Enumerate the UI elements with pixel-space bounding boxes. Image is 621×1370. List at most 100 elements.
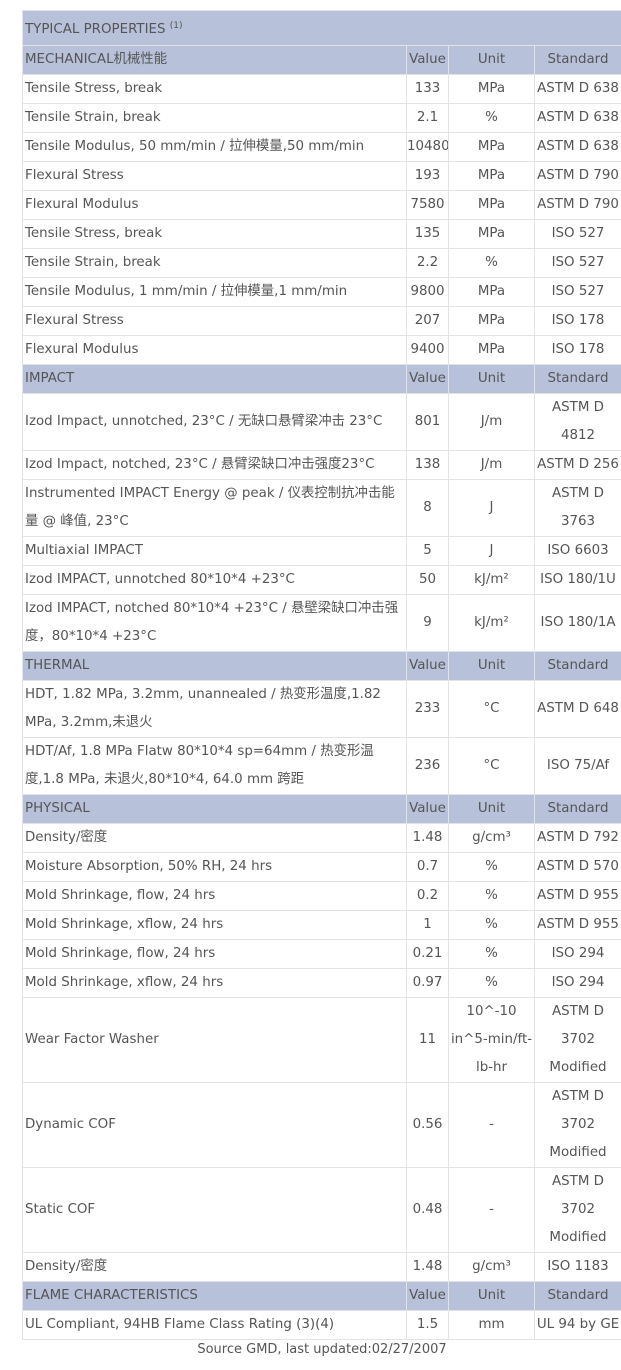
value-cell: 0.97 — [406, 968, 449, 998]
standard-cell: ISO 1183 — [534, 1252, 621, 1282]
unit-cell: MPa — [448, 190, 535, 220]
standard-cell: ISO 527 — [534, 219, 621, 249]
table-row: HDT, 1.82 MPa, 3.2mm, unannealed / 热变形温度… — [22, 680, 621, 738]
standard-cell: ASTM D 570 — [534, 852, 621, 882]
table-row: Izod Impact, unnotched, 23°C / 无缺口悬臂梁冲击 … — [22, 393, 621, 451]
unit-cell: % — [448, 910, 535, 940]
unit-cell: J/m — [448, 393, 535, 451]
standard-column-header: Standard — [534, 364, 621, 394]
unit-cell: % — [448, 939, 535, 969]
property-cell: HDT, 1.82 MPa, 3.2mm, unannealed / 热变形温度… — [22, 680, 407, 738]
standard-cell: ISO 180/1U — [534, 565, 621, 595]
table-row: Density/密度 1.48 g/cm³ ISO 1183 — [22, 1252, 621, 1282]
standard-cell: ISO 75/Af — [534, 737, 621, 795]
unit-column-header: Unit — [448, 1281, 535, 1311]
source-footer: Source GMD, last updated:02/27/2007 — [197, 1342, 447, 1357]
standard-cell: ASTM D 955 — [534, 881, 621, 911]
property-cell: Tensile Modulus, 1 mm/min / 拉伸模量,1 mm/mi… — [22, 277, 407, 307]
standard-cell: ASTM D 3702 Modified — [534, 997, 621, 1083]
unit-cell: MPa — [448, 306, 535, 336]
standard-cell: ISO 178 — [534, 306, 621, 336]
value-cell: 135 — [406, 219, 449, 249]
unit-cell: °C — [448, 737, 535, 795]
table-row: Izod Impact, notched, 23°C / 悬臂梁缺口冲击强度23… — [22, 450, 621, 480]
standard-column-header: Standard — [534, 794, 621, 824]
standard-cell: ASTM D 638 — [534, 103, 621, 133]
standard-cell: ISO 527 — [534, 248, 621, 278]
unit-cell: MPa — [448, 335, 535, 365]
property-cell: Density/密度 — [22, 823, 407, 853]
unit-cell: % — [448, 248, 535, 278]
table-row: Tensile Strain, break 2.1% ASTM D 638 — [22, 103, 621, 133]
property-cell: Mold Shrinkage, flow, 24 hrs — [22, 881, 407, 911]
value-column-header: Value — [406, 794, 449, 824]
standard-cell: ASTM D 792 — [534, 823, 621, 853]
section-header-row: FLAME CHARACTERISTICS Value Unit Standard — [22, 1281, 621, 1311]
table-row: Izod IMPACT, unnotched 80*10*4 +23°C 50 kJ… — [22, 565, 621, 595]
table-title: TYPICAL PROPERTIES (1) — [22, 10, 621, 46]
standard-cell: UL 94 by GE — [534, 1310, 621, 1340]
value-cell: 0.2 — [406, 881, 449, 911]
section-header-row: MECHANICAL机械性能 Value Unit Standard — [22, 45, 621, 75]
value-cell: 1 — [406, 910, 449, 940]
unit-cell: - — [448, 1167, 535, 1253]
value-column-header: Value — [406, 45, 449, 75]
section-name: THERMAL — [22, 651, 407, 681]
unit-cell: MPa — [448, 74, 535, 104]
standard-cell: ASTM D 3763 — [534, 479, 621, 537]
property-cell: Mold Shrinkage, flow, 24 hrs — [22, 939, 407, 969]
property-cell: Moisture Absorption, 50% RH, 24 hrs — [22, 852, 407, 882]
value-cell: 1.5 — [406, 1310, 449, 1340]
table-row: Static COF 0.48- ASTM D 3702 Modified — [22, 1167, 621, 1253]
property-cell: Mold Shrinkage, xflow, 24 hrs — [22, 910, 407, 940]
property-cell: Mold Shrinkage, xflow, 24 hrs — [22, 968, 407, 998]
property-cell: Flexural Modulus — [22, 190, 407, 220]
unit-cell: mm — [448, 1310, 535, 1340]
unit-cell: % — [448, 852, 535, 882]
standard-cell: ASTM D 638 — [534, 74, 621, 104]
unit-cell: J — [448, 536, 535, 566]
unit-cell: °C — [448, 680, 535, 738]
property-cell: Tensile Modulus, 50 mm/min / 拉伸模量,50 mm/… — [22, 132, 407, 162]
section-name: IMPACT — [22, 364, 407, 394]
table-row: Mold Shrinkage, flow, 24 hrs 0.21% ISO 294 — [22, 939, 621, 969]
value-column-header: Value — [406, 1281, 449, 1311]
table-row: Mold Shrinkage, flow, 24 hrs 0.2% ASTM D 9… — [22, 881, 621, 911]
table-row: Tensile Modulus, 50 mm/min / 拉伸模量,50 mm/… — [22, 132, 621, 162]
property-cell: Dynamic COF — [22, 1082, 407, 1168]
property-cell: Izod IMPACT, unnotched 80*10*4 +23°C — [22, 565, 407, 595]
property-cell: Tensile Strain, break — [22, 248, 407, 278]
section-header-row: PHYSICAL Value Unit Standard — [22, 794, 621, 824]
standard-cell: ISO 527 — [534, 277, 621, 307]
standard-cell: ISO 6603 — [534, 536, 621, 566]
value-cell: 133 — [406, 74, 449, 104]
value-cell: 193 — [406, 161, 449, 191]
unit-cell: g/cm³ — [448, 1252, 535, 1282]
standard-column-header: Standard — [534, 45, 621, 75]
table-row: UL Compliant, 94HB Flame Class Rating (3… — [22, 1310, 621, 1340]
unit-column-header: Unit — [448, 45, 535, 75]
standard-cell: ASTM D 3702 Modified — [534, 1167, 621, 1253]
standard-cell: ISO 178 — [534, 335, 621, 365]
property-cell: Tensile Stress, break — [22, 219, 407, 249]
property-cell: Izod IMPACT, notched 80*10*4 +23°C / 悬壁梁… — [22, 594, 407, 652]
table-row: Instrumented IMPACT Energy @ peak / 仪表控制… — [22, 479, 621, 537]
standard-cell: ASTM D 648 — [534, 680, 621, 738]
table-row: Flexural Modulus 9400 MPa ISO 178 — [22, 335, 621, 365]
value-cell: 1.48 — [406, 823, 449, 853]
standard-column-header: Standard — [534, 1281, 621, 1311]
unit-cell: kJ/m² — [448, 565, 535, 595]
standard-cell: ISO 180/1A — [534, 594, 621, 652]
table-title-row: TYPICAL PROPERTIES (1) — [22, 10, 621, 46]
value-cell: 50 — [406, 565, 449, 595]
value-cell: 801 — [406, 393, 449, 451]
unit-cell: kJ/m² — [448, 594, 535, 652]
table-row: Flexural Modulus 7580 MPa ASTM D 790 — [22, 190, 621, 220]
unit-column-header: Unit — [448, 794, 535, 824]
value-cell: 0.48 — [406, 1167, 449, 1253]
value-cell: 8 — [406, 479, 449, 537]
unit-cell: - — [448, 1082, 535, 1168]
value-cell: 5 — [406, 536, 449, 566]
section-header-row: IMPACT Value Unit Standard — [22, 364, 621, 394]
table-row: Tensile Strain, break 2.2% ISO 527 — [22, 248, 621, 278]
